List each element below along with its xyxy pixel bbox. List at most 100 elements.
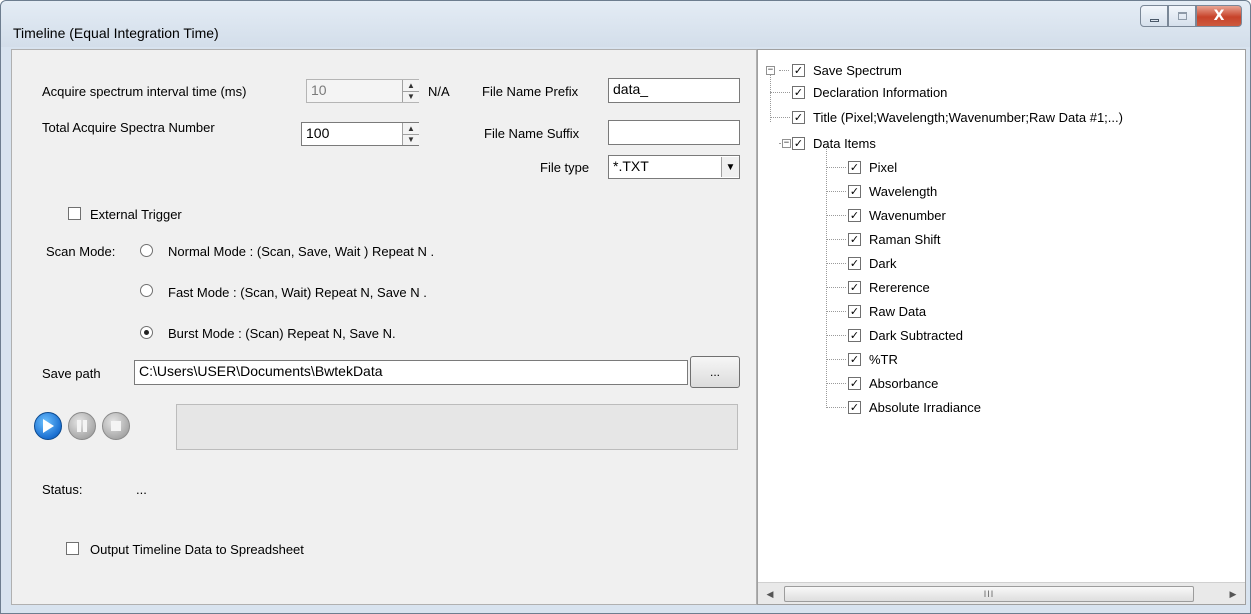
browse-button[interactable]: ... bbox=[690, 356, 740, 388]
burst-mode-label: Burst Mode : (Scan) Repeat N, Save N. bbox=[168, 326, 396, 341]
tree-label: Raman Shift bbox=[869, 231, 941, 247]
pause-button[interactable] bbox=[68, 412, 96, 440]
total-stepper[interactable]: ▲ ▼ bbox=[402, 123, 419, 145]
interval-value: 10 bbox=[311, 82, 327, 98]
scrollbar-thumb[interactable]: III bbox=[784, 586, 1194, 602]
tree-label: %TR bbox=[869, 351, 898, 367]
stepper-down-icon[interactable]: ▼ bbox=[403, 90, 419, 103]
interval-unit-label: N/A bbox=[428, 84, 450, 99]
tree-item-wavenumber[interactable]: ✓ Wavenumber bbox=[848, 205, 946, 225]
tree-item-wavelength[interactable]: ✓ Wavelength bbox=[848, 181, 937, 201]
scroll-left-icon[interactable]: ◀ bbox=[762, 586, 778, 602]
save-path-value: C:\Users\USER\Documents\BwtekData bbox=[139, 363, 383, 379]
close-button[interactable]: X bbox=[1196, 5, 1242, 27]
tree-item-absolute-irradiance[interactable]: ✓ Absolute Irradiance bbox=[848, 397, 981, 417]
fast-mode-radio[interactable] bbox=[140, 284, 153, 297]
tree-label: Rererence bbox=[869, 279, 930, 295]
normal-mode-label: Normal Mode : (Scan, Save, Wait ) Repeat… bbox=[168, 244, 435, 259]
tree-label: Absorbance bbox=[869, 375, 939, 391]
tree-checkbox[interactable]: ✓ bbox=[848, 160, 861, 174]
tree-label: Raw Data bbox=[869, 303, 927, 319]
output-spreadsheet-label: Output Timeline Data to Spreadsheet bbox=[90, 542, 304, 557]
stepper-down-icon[interactable]: ▼ bbox=[403, 133, 419, 146]
prefix-label: File Name Prefix bbox=[482, 84, 579, 99]
save-path-input[interactable]: C:\Users\USER\Documents\BwtekData bbox=[134, 360, 688, 385]
tree-item-pixel[interactable]: ✓ Pixel bbox=[848, 157, 897, 177]
tree-checkbox[interactable]: ✓ bbox=[848, 208, 861, 222]
tree-label: Dark Subtracted bbox=[869, 327, 963, 343]
tree-label: Pixel bbox=[869, 159, 898, 175]
tree-checkbox[interactable]: ✓ bbox=[848, 328, 861, 342]
scroll-right-icon[interactable]: ▶ bbox=[1225, 586, 1241, 602]
maximize-icon bbox=[1177, 12, 1187, 20]
file-type-value: *.TXT bbox=[613, 158, 649, 174]
suffix-input[interactable] bbox=[608, 120, 740, 145]
progress-bar bbox=[176, 404, 738, 450]
tree-item-save-spectrum[interactable]: ✓ Save Spectrum bbox=[792, 60, 902, 80]
prefix-input[interactable]: data_ bbox=[608, 78, 740, 103]
tree-checkbox[interactable]: ✓ bbox=[848, 256, 861, 270]
interval-stepper[interactable]: ▲ ▼ bbox=[402, 80, 419, 102]
tree-checkbox-declaration[interactable]: ✓ bbox=[792, 85, 805, 99]
total-value: 100 bbox=[306, 125, 330, 141]
collapse-icon[interactable]: − bbox=[782, 139, 791, 148]
browse-label: ... bbox=[709, 365, 720, 379]
tree-item-title[interactable]: ✓ Title (Pixel;Wavelength;Wavenumber;Raw… bbox=[792, 107, 1123, 127]
stepper-up-icon[interactable]: ▲ bbox=[403, 80, 419, 91]
caption-buttons: X bbox=[1140, 5, 1242, 27]
external-trigger-label: External Trigger bbox=[90, 207, 182, 222]
tree-checkbox[interactable]: ✓ bbox=[848, 352, 861, 366]
timeline-window: Timeline (Equal Integration Time) X Acqu… bbox=[0, 0, 1251, 614]
status-label: Status: bbox=[42, 482, 83, 497]
tree-checkbox[interactable]: ✓ bbox=[848, 184, 861, 198]
tree-item-raw-data[interactable]: ✓ Raw Data bbox=[848, 301, 926, 321]
horizontal-scrollbar[interactable]: ◀ III ▶ bbox=[758, 582, 1245, 604]
tree-item-absorbance[interactable]: ✓ Absorbance bbox=[848, 373, 938, 393]
tree-checkbox[interactable]: ✓ bbox=[848, 232, 861, 246]
prefix-value: data_ bbox=[613, 81, 649, 97]
external-trigger-checkbox[interactable] bbox=[68, 207, 81, 220]
window-title: Timeline (Equal Integration Time) bbox=[13, 25, 219, 41]
stop-button[interactable] bbox=[102, 412, 130, 440]
status-value: ... bbox=[136, 482, 147, 497]
suffix-label: File Name Suffix bbox=[484, 126, 580, 141]
tree-item-tr[interactable]: ✓ %TR bbox=[848, 349, 898, 369]
tree-checkbox-save-spectrum[interactable]: ✓ bbox=[792, 63, 805, 77]
chevron-down-icon[interactable]: ▼ bbox=[721, 157, 739, 177]
settings-panel: Acquire spectrum interval time (ms) 10 ▲… bbox=[11, 49, 757, 605]
tree-label-title: Title (Pixel;Wavelength;Wavenumber;Raw D… bbox=[813, 109, 1123, 125]
tree-checkbox[interactable]: ✓ bbox=[848, 280, 861, 294]
stepper-up-icon[interactable]: ▲ bbox=[403, 123, 419, 134]
maximize-button[interactable] bbox=[1168, 5, 1196, 27]
tree-item-dark[interactable]: ✓ Dark bbox=[848, 253, 896, 273]
interval-label: Acquire spectrum interval time (ms) bbox=[42, 84, 247, 99]
collapse-icon[interactable]: − bbox=[766, 66, 775, 75]
tree-label-save-spectrum: Save Spectrum bbox=[813, 62, 902, 78]
tree-item-raman-shift[interactable]: ✓ Raman Shift bbox=[848, 229, 941, 249]
tree-item-declaration[interactable]: ✓ Declaration Information bbox=[792, 82, 947, 102]
normal-mode-radio[interactable] bbox=[140, 244, 153, 257]
title-bar[interactable]: Timeline (Equal Integration Time) X bbox=[1, 1, 1250, 47]
tree-checkbox[interactable]: ✓ bbox=[848, 304, 861, 318]
save-path-label: Save path bbox=[42, 366, 101, 381]
save-spectrum-tree: − ✓ Save Spectrum ✓ Declaration Informat… bbox=[758, 50, 1245, 582]
tree-item-reference[interactable]: ✓ Rererence bbox=[848, 277, 930, 297]
tree-label: Dark bbox=[869, 255, 897, 271]
burst-mode-radio[interactable] bbox=[140, 326, 153, 339]
minimize-button[interactable] bbox=[1140, 5, 1168, 27]
tree-checkbox[interactable]: ✓ bbox=[848, 376, 861, 390]
play-button[interactable] bbox=[34, 412, 62, 440]
tree-item-dark-subtracted[interactable]: ✓ Dark Subtracted bbox=[848, 325, 963, 345]
tree-item-data-items[interactable]: ✓ Data Items bbox=[792, 133, 876, 153]
save-spectrum-tree-panel: − ✓ Save Spectrum ✓ Declaration Informat… bbox=[757, 49, 1246, 605]
fast-mode-label: Fast Mode : (Scan, Wait) Repeat N, Save … bbox=[168, 285, 427, 300]
tree-checkbox-title[interactable]: ✓ bbox=[792, 110, 805, 124]
pause-icon bbox=[77, 420, 87, 432]
tree-checkbox[interactable]: ✓ bbox=[848, 400, 861, 414]
stop-icon bbox=[111, 421, 121, 431]
tree-label-declaration: Declaration Information bbox=[813, 84, 948, 100]
minimize-icon bbox=[1149, 18, 1159, 22]
scrollbar-grip: III bbox=[983, 589, 995, 599]
tree-checkbox-data-items[interactable]: ✓ bbox=[792, 136, 805, 150]
output-spreadsheet-checkbox[interactable] bbox=[66, 542, 79, 555]
